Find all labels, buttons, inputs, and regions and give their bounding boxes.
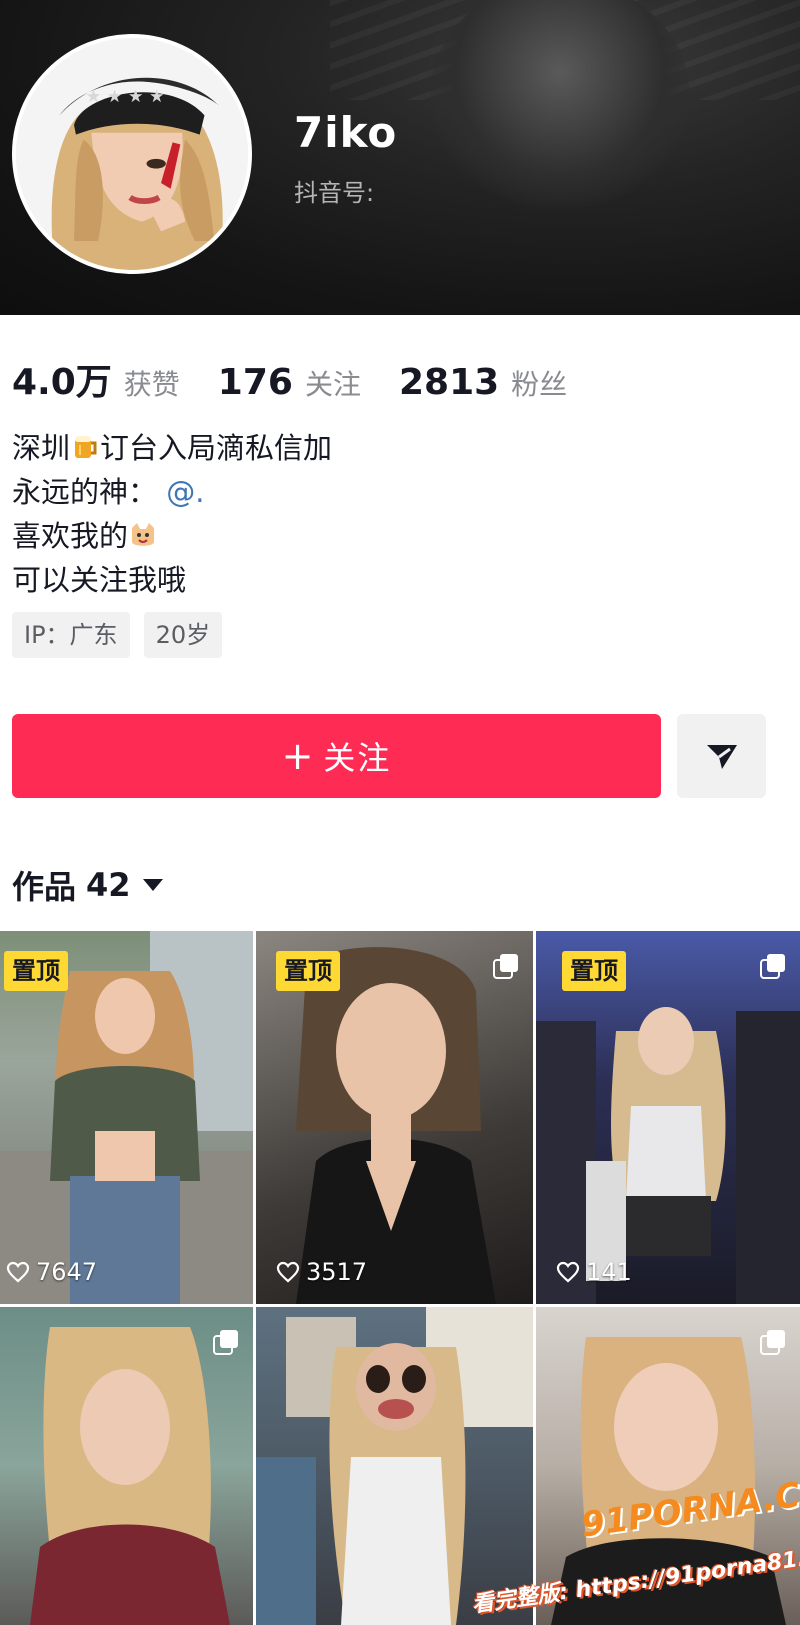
works-label: 作品 <box>12 868 77 906</box>
pinned-badge: 置顶 <box>4 951 68 991</box>
send-message-button[interactable] <box>677 714 766 798</box>
bio-line-3: 喜欢我的 <box>12 514 772 558</box>
multi-image-icon <box>760 1330 785 1355</box>
avatar-image: ★ ★ ★ ★ <box>16 38 248 270</box>
watermark-url: 看完整版: https://91porna81.com <box>470 1539 800 1618</box>
works-count: 42 <box>86 866 131 904</box>
following-label[interactable]: 关注 <box>305 363 361 403</box>
likes-count: 4.0万 <box>12 362 112 403</box>
plus-icon: + <box>281 734 316 778</box>
svg-text:★ ★ ★ ★: ★ ★ ★ ★ <box>86 87 165 107</box>
heart-icon <box>276 1261 300 1283</box>
follow-button[interactable]: + 关注 <box>12 714 661 798</box>
beer-mug-icon <box>75 436 97 458</box>
send-icon <box>706 745 737 769</box>
bio-line-2: 永远的神： @. <box>12 475 205 509</box>
bio-line-4: 可以关注我哦 <box>12 563 187 597</box>
video-thumbnail[interactable]: 置顶 7647 <box>0 931 253 1304</box>
avatar[interactable]: ★ ★ ★ ★ <box>12 34 252 274</box>
ip-location-tag: IP：广东 <box>12 612 130 658</box>
profile-tags: IP：广东 20岁 <box>12 612 236 658</box>
following-count[interactable]: 176 <box>218 362 293 403</box>
like-count: 141 <box>556 1258 632 1286</box>
multi-image-icon <box>493 954 518 979</box>
like-count: 7647 <box>6 1258 97 1286</box>
cover-shadow <box>430 0 690 210</box>
followers-count[interactable]: 2813 <box>399 362 499 403</box>
multi-image-icon <box>760 954 785 979</box>
works-tab[interactable]: 作品 42 <box>12 862 163 908</box>
bio-line-1: 深圳 订台入局滴私信加 <box>12 431 333 465</box>
stats-row: 4.0万 获赞 176 关注 2813 粉丝 <box>12 353 605 403</box>
heart-icon <box>6 1261 30 1283</box>
pinned-badge: 置顶 <box>562 951 626 991</box>
cat-face-icon <box>132 523 155 546</box>
pinned-badge: 置顶 <box>276 951 340 991</box>
like-count: 3517 <box>276 1258 367 1286</box>
profile-name: 7iko <box>294 108 398 157</box>
heart-icon <box>556 1261 580 1283</box>
likes-label: 获赞 <box>123 368 180 401</box>
douyin-id-label[interactable]: 抖音号: <box>294 173 374 208</box>
watermark: 91PORNA.COM 看完整版: https://91porna81.com <box>470 1466 800 1625</box>
multi-image-icon <box>213 1330 238 1355</box>
video-thumbnail[interactable]: 置顶 3517 <box>256 931 533 1304</box>
bio: 深圳 订台入局滴私信加 永远的神： @. 喜欢我的 可以关注我哦 <box>12 426 772 602</box>
video-thumbnail[interactable]: 置顶 141 <box>536 931 800 1304</box>
age-tag: 20岁 <box>143 612 223 658</box>
chevron-down-icon <box>142 879 163 891</box>
mention-link[interactable]: @. <box>166 475 204 509</box>
video-thumbnail[interactable] <box>0 1307 253 1625</box>
follow-label: 关注 <box>323 739 392 777</box>
followers-label[interactable]: 粉丝 <box>511 363 567 403</box>
